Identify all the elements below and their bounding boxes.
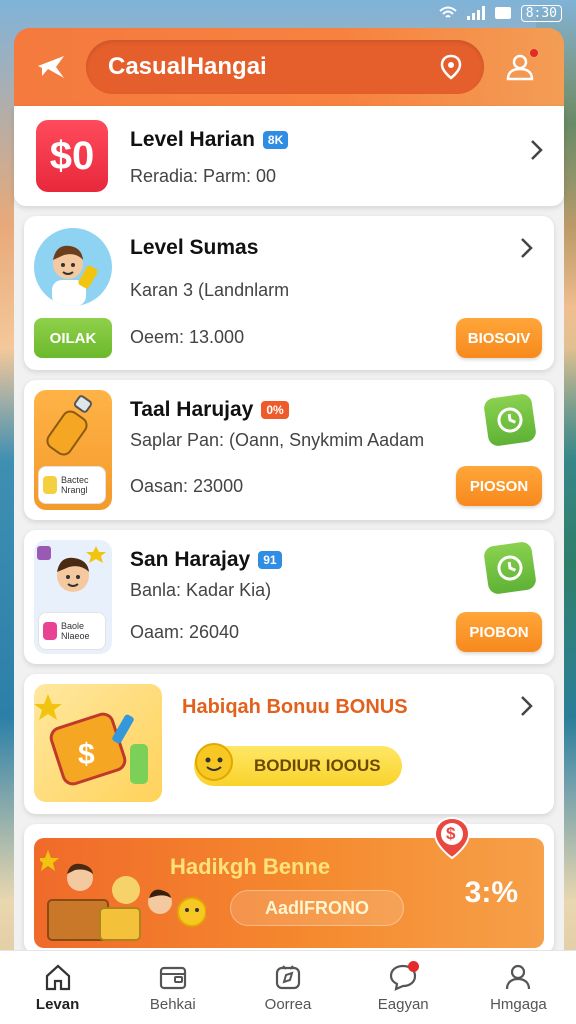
wallet-icon: [159, 966, 186, 990]
avatar: [148, 889, 206, 927]
pin-dollar: $: [446, 824, 456, 843]
content-list: $0 Level Harian 8K Reradia: Parm: 00 Lev…: [14, 106, 564, 958]
home-icon: [45, 964, 70, 991]
signal-icon: [466, 6, 485, 20]
item-title-text: San Harajay: [130, 548, 251, 571]
status-time: 8:30: [520, 4, 562, 22]
compass-icon: [275, 965, 301, 990]
boy-avatar-icon: [52, 245, 98, 306]
list-item-level-sumas[interactable]: Level Sumas Karan 3 (Landnlarm OILAK Oee…: [24, 216, 554, 370]
item-title-text: Taal Harujay: [130, 398, 254, 421]
list-item-level-harian[interactable]: $0 Level Harian 8K Reradia: Parm: 00: [14, 106, 564, 206]
notification-dot: [407, 961, 419, 972]
item-title: Level Harian 8K: [130, 128, 289, 152]
nav-label: Eagyan: [377, 996, 429, 1013]
item-badge: Bactec Nrangl: [38, 466, 106, 504]
item-tag: 0%: [261, 401, 289, 419]
nav-label: Hmgaga: [490, 996, 547, 1013]
item-amount: Oaam: 26040: [130, 622, 240, 642]
item-amount: Oeem: 13.000: [130, 327, 245, 347]
item-subtitle: Saplar Pan: (Oann, Snykmim Aadam: [130, 430, 425, 450]
promo-percent: 3:%: [464, 876, 518, 909]
nav-item-explore[interactable]: Oorrea: [230, 951, 345, 1024]
item-subtitle: Karan 3 (Landnlarm: [130, 280, 290, 300]
claim-button[interactable]: OILAK: [34, 318, 112, 358]
timer-icon: [482, 392, 538, 448]
nav-item-profile[interactable]: Hmgaga: [461, 951, 576, 1024]
sun-mascot-icon: [195, 743, 233, 781]
chevron-right-icon[interactable]: [514, 236, 538, 260]
promo-button[interactable]: AadlFRONO: [230, 890, 404, 926]
action-button[interactable]: PIOBON: [456, 612, 542, 652]
gift-bag-icon: $: [34, 694, 148, 786]
item-title: San Harajay 91: [130, 548, 282, 572]
user-icon: [506, 964, 531, 990]
bonus-button-label: BODIUR IOOUS: [254, 756, 381, 775]
action-button[interactable]: PIOSON: [456, 466, 542, 506]
nav-label: Behkai: [149, 996, 196, 1013]
coin-icon: [43, 476, 57, 494]
item-title: Taal Harujay 0%: [130, 398, 289, 422]
nav-item-messages[interactable]: Eagyan: [346, 951, 461, 1024]
bonus-thumbnail: $: [34, 684, 162, 802]
timer-icon: [482, 540, 538, 596]
battery-icon: [494, 7, 511, 19]
profile-button[interactable]: [498, 45, 542, 89]
back-button[interactable]: [28, 44, 74, 90]
item-title-text: Level Harian: [130, 128, 255, 151]
nav-label: Oorrea: [264, 996, 312, 1013]
bonus-title: Habiqah Bonuu BONUS: [182, 696, 408, 718]
wifi-icon: [439, 6, 457, 18]
list-item-taal-harujay[interactable]: Bactec Nrangl Taal Harujay 0% Saplar Pan…: [24, 380, 554, 520]
item-tag: 91: [258, 551, 282, 569]
item-title: Level Sumas: [130, 236, 259, 259]
boy-avatar-icon: [37, 546, 106, 592]
item-subtitle: Reradia: Parm: 00: [130, 166, 277, 186]
promo-title: Hadikgh Benne: [170, 854, 331, 879]
svg-text:$: $: [78, 738, 95, 771]
notification-dot: [528, 47, 540, 59]
promo-card[interactable]: Hadikgh Benne AadlFRONO 3:% $: [24, 816, 554, 954]
status-bar: 8:30: [439, 0, 576, 26]
plane-icon: [38, 56, 64, 78]
item-amount: Oasan: 23000: [130, 476, 244, 496]
nav-item-home[interactable]: Levan: [0, 951, 115, 1024]
dollar-thumb: $0: [36, 120, 108, 192]
item-subtitle: Banla: Kadar Kia): [130, 580, 272, 600]
location-pin-icon[interactable]: [440, 54, 462, 80]
nav-label: Levan: [35, 996, 80, 1013]
item-badge-text: Baole Nlaeoe: [61, 621, 90, 641]
item-tag: 8K: [262, 131, 289, 149]
bottle-icon: [46, 395, 92, 456]
bonus-card[interactable]: $ Habiqah Bonuu BONUS BODIUR IOOUS: [24, 674, 554, 814]
item-badge-text: Bactec Nrangl: [61, 475, 89, 495]
app-window: $0 Level Harian 8K Reradia: Parm: 00 Lev…: [14, 28, 564, 958]
thumb-text: $0: [49, 133, 95, 178]
bottom-nav: Levan Behkai Oorrea Eagyan Hmgaga: [0, 950, 576, 1024]
header-bar: [14, 28, 564, 106]
action-button[interactable]: BIOSOIV: [456, 318, 542, 358]
chevron-right-icon[interactable]: [514, 694, 538, 718]
search-input[interactable]: [108, 53, 440, 81]
gift-icon: [43, 622, 57, 640]
search-bar[interactable]: [86, 40, 484, 94]
chevron-right-icon[interactable]: [524, 138, 548, 162]
nav-item-wallet[interactable]: Behkai: [115, 951, 230, 1024]
list-item-san-harajay[interactable]: Baole Nlaeoe San Harajay 91 Banla: Kadar…: [24, 530, 554, 664]
item-badge: Baole Nlaeoe: [38, 612, 106, 650]
avatar: [34, 228, 112, 306]
